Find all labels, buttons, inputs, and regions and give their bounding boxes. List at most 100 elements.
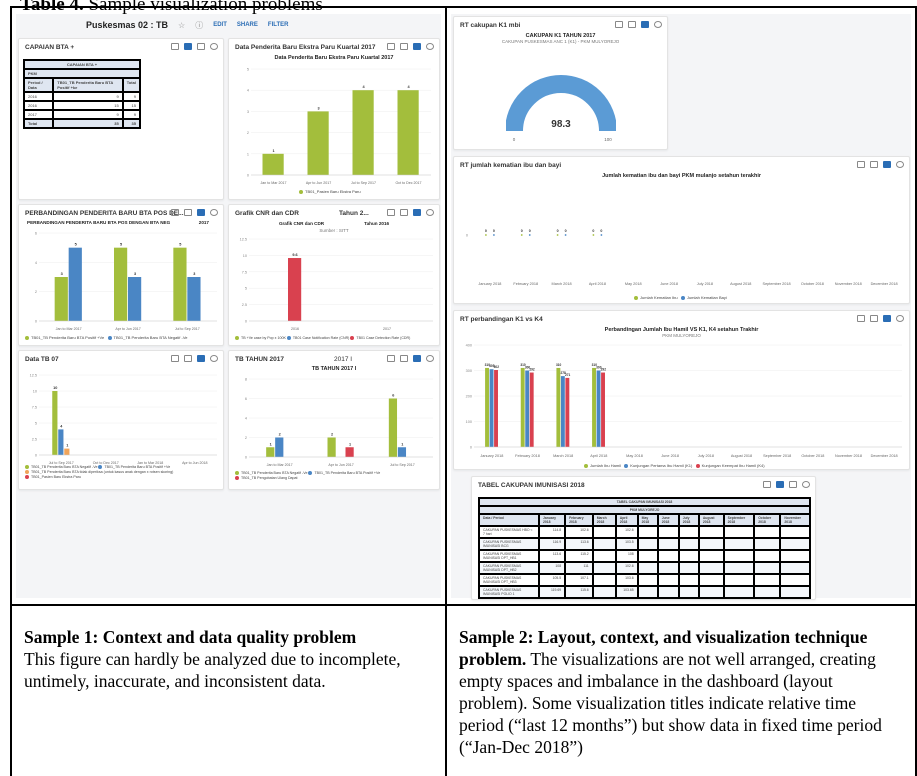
panel-title: TABEL CAKUPAN IMUNISASI 2018 [478, 482, 585, 489]
table-header[interactable]: January 2018 [537, 513, 567, 527]
comment-icon[interactable] [763, 481, 772, 488]
sample1-text-cell: Sample 1: Context and data quality probl… [9, 604, 448, 776]
table-view-icon[interactable] [184, 355, 192, 362]
chart-subtitle: CAKUPAN PUSKESMAS ANC 1 (K1) - PKM MULYO… [501, 39, 620, 44]
globe-icon[interactable] [426, 355, 434, 362]
globe-icon[interactable] [654, 21, 663, 28]
data-label: 3 [61, 272, 63, 276]
chart-view-icon[interactable] [883, 315, 892, 322]
table-view-icon[interactable] [870, 161, 879, 168]
chart-view-icon[interactable] [197, 43, 205, 50]
comment-icon[interactable] [171, 355, 179, 362]
table-cell: 35 [121, 118, 142, 129]
globe-icon[interactable] [802, 481, 811, 488]
table-view-icon[interactable] [184, 209, 192, 216]
legend-swatch [235, 336, 239, 341]
comment-icon[interactable] [615, 21, 624, 28]
table-view-icon[interactable] [628, 21, 637, 28]
table-header[interactable]: Data / Period [478, 513, 540, 527]
comment-icon[interactable] [387, 43, 395, 50]
chart-view-icon[interactable] [789, 481, 798, 488]
table-view-icon[interactable] [184, 43, 192, 50]
y-tick-label: 3 [247, 110, 249, 114]
table-header[interactable]: August 2018 [697, 513, 725, 527]
legend-swatch [350, 336, 355, 341]
comment-icon[interactable] [171, 209, 179, 216]
globe-icon[interactable] [896, 161, 905, 168]
bar [601, 372, 606, 447]
table-cell: 108 [614, 549, 639, 563]
star-icon[interactable]: ☆ [178, 21, 185, 30]
chart-title: Jumlah kematian ibu dan bayi PKM mulanjo… [602, 173, 761, 179]
comment-icon[interactable] [387, 355, 395, 362]
comment-icon[interactable] [387, 209, 395, 216]
table-header[interactable]: October 2018 [753, 513, 782, 527]
globe-icon[interactable] [210, 43, 218, 50]
comment-icon[interactable] [857, 315, 866, 322]
globe-icon[interactable] [210, 355, 218, 362]
table-view-icon[interactable] [776, 481, 785, 488]
table-cell [779, 537, 812, 551]
table-header[interactable]: February 2018 [564, 513, 594, 527]
globe-icon[interactable] [210, 209, 218, 216]
table-cell [722, 525, 756, 539]
legend-label: TB +Ve case by Pop x 100K [241, 336, 286, 340]
table-row: 2016 9 9 [22, 91, 142, 102]
chart-view-icon[interactable] [641, 21, 650, 28]
globe-icon[interactable] [896, 315, 905, 322]
chart-view-icon[interactable] [197, 209, 205, 216]
edit-button[interactable]: EDIT [213, 22, 227, 28]
chart-legend: TB01_Pasien Baru Ekstra Paru [299, 189, 361, 195]
table-cell: 113.6 [564, 537, 594, 551]
data-label: 0 [485, 229, 487, 233]
table-row: CAKUPAN PUSKESMAS IMUNISASI BCG 116.9 113.… [478, 537, 812, 551]
table-cell: 105.5 [537, 573, 567, 587]
chart-view-icon[interactable] [883, 161, 892, 168]
table-view-icon[interactable] [870, 315, 879, 322]
legend-label: TB01 Case Notification Rate (CNR) [292, 336, 350, 340]
table-view-icon[interactable] [400, 43, 408, 50]
bar [58, 429, 64, 455]
table-header[interactable]: September 2018 [722, 513, 756, 527]
panel-title: TB TAHUN 2017 2017 I [235, 356, 352, 363]
filter-button[interactable]: FILTER [268, 22, 289, 28]
info-icon[interactable]: ⓘ [195, 20, 203, 31]
panel-title: RT cakupan K1 mbi [460, 22, 521, 29]
legend-label: Jumlah Ibu Hamil [590, 463, 621, 468]
globe-icon[interactable] [426, 43, 434, 50]
table-header[interactable]: March 2018 [591, 513, 617, 527]
y-tick-label: 300 [466, 369, 472, 373]
share-button[interactable]: SHARE [237, 22, 258, 28]
bar [288, 258, 302, 321]
x-tick-label: July 2018 [698, 454, 714, 458]
table-cell [753, 549, 782, 563]
comment-icon[interactable] [171, 43, 179, 50]
chart-view-icon[interactable] [413, 355, 421, 362]
panel-tools [171, 43, 218, 50]
comment-icon[interactable] [857, 161, 866, 168]
data-label: 10 [53, 386, 57, 390]
chart-view-icon[interactable] [197, 355, 205, 362]
legend-label: TB01_Pasien Baru Ekstra Paru [305, 189, 361, 194]
table-view-icon[interactable] [400, 355, 408, 362]
y-tick-label: 10 [243, 254, 247, 258]
table-cell [697, 537, 725, 551]
globe-icon[interactable] [426, 209, 434, 216]
table-header[interactable]: April 2018 [614, 513, 639, 527]
bar [529, 372, 534, 447]
table-cell: CAKUPAN PUSKESMAS IMUNISASI DPT_HB2 [478, 561, 540, 575]
table-header[interactable]: July 2018 [677, 513, 700, 527]
table-header[interactable]: May 2018 [636, 513, 659, 527]
table-cell: 103.5 [614, 537, 639, 551]
y-tick-label: 2 [245, 436, 247, 440]
table-header[interactable]: November 2018 [779, 513, 812, 527]
chart-view-icon[interactable] [413, 209, 421, 216]
x-tick-label: October 2018 [801, 454, 824, 458]
table-header[interactable]: June 2018 [656, 513, 680, 527]
chart-view-icon[interactable] [413, 43, 421, 50]
table-row: Total 35 35 [22, 118, 142, 129]
table-row: CAKUPAN PUSKESMAS IMUNISASI DPT_HB3 105.5… [478, 573, 812, 587]
table-cell [697, 525, 725, 539]
table-view-icon[interactable] [400, 209, 408, 216]
panel-tools [171, 209, 218, 216]
